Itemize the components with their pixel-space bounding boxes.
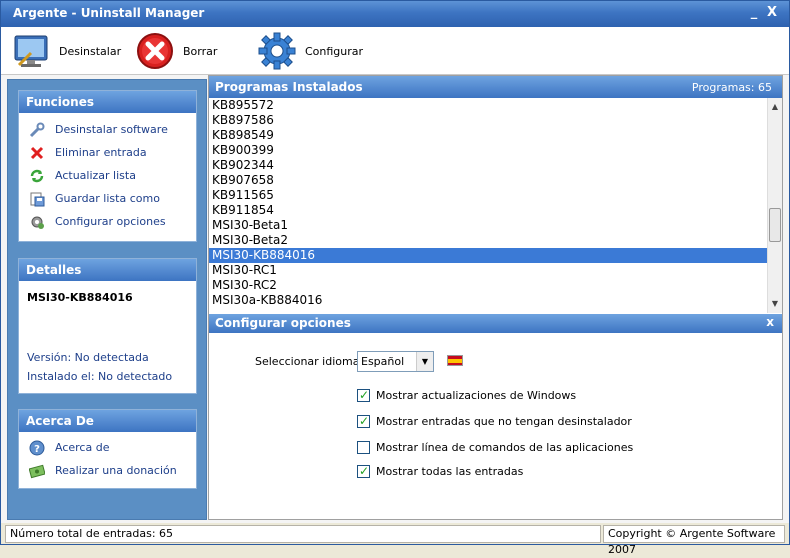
program-row[interactable]: KB900399 (209, 143, 767, 158)
uninstall-software-label: Desinstalar software (55, 123, 168, 136)
option-label: Mostrar todas las entradas (376, 465, 524, 478)
checkbox-checked-icon[interactable]: ✓ (357, 388, 370, 402)
svg-text:?: ? (34, 444, 40, 455)
option-checkbox[interactable]: ✓ Mostrar todas las entradas (357, 464, 524, 478)
toolbar: Desinstalar Borrar Configurar (1, 27, 789, 75)
program-row[interactable]: MSI30a-KB884016 (209, 293, 767, 308)
help-icon: ? (29, 440, 45, 456)
option-checkbox[interactable]: ✓ Mostrar actualizaciones de Windows (357, 388, 577, 402)
chevron-down-icon[interactable]: ▼ (416, 352, 433, 371)
delete-x-icon (135, 31, 175, 71)
left-sidebar: Funciones Desinstalar software Eliminar … (7, 79, 207, 520)
language-select[interactable]: Español ▼ (357, 351, 434, 372)
checkbox-checked-icon[interactable]: ✓ (357, 464, 370, 478)
program-row[interactable]: KB895572 (209, 98, 767, 113)
functions-panel: Funciones Desinstalar software Eliminar … (18, 90, 197, 242)
program-row[interactable]: KB911565 (209, 188, 767, 203)
program-row[interactable]: KB898549 (209, 128, 767, 143)
checkbox-checked-icon[interactable]: ✓ (357, 414, 370, 428)
program-row[interactable]: KB902344 (209, 158, 767, 173)
delete-button[interactable]: Borrar (135, 30, 217, 72)
status-copyright: Copyright © Argente Software 2007 (603, 525, 785, 556)
language-value: Español (361, 355, 405, 368)
configure-label: Configurar (305, 44, 364, 58)
program-row[interactable]: KB911854 (209, 203, 767, 218)
checkbox-unchecked-icon[interactable] (357, 441, 370, 454)
program-row[interactable]: KB907658 (209, 173, 767, 188)
program-row[interactable]: MSI30-RC2 (209, 278, 767, 293)
scroll-down-arrow-icon[interactable]: ▼ (768, 297, 782, 311)
program-row-partial[interactable] (209, 308, 767, 313)
about-link[interactable]: ? Acerca de (19, 436, 196, 459)
title-bar[interactable]: Argente - Uninstall Manager _ X (1, 1, 789, 27)
config-title: Configurar opciones (215, 316, 351, 330)
refresh-icon (29, 168, 45, 184)
delete-entry-link[interactable]: Eliminar entrada (19, 141, 196, 164)
about-panel: Acerca De ? Acerca de Realizar una donac… (18, 409, 197, 489)
language-label: Seleccionar idioma: (255, 355, 364, 368)
refresh-list-link[interactable]: Actualizar lista (19, 164, 196, 187)
uninstall-button[interactable]: Desinstalar (11, 30, 121, 72)
wrench-icon (29, 122, 45, 138)
option-label: Mostrar entradas que no tengan desinstal… (376, 415, 632, 428)
window-title: Argente - Uninstall Manager (13, 6, 205, 20)
program-row[interactable]: MSI30-Beta1 (209, 218, 767, 233)
about-panel-title: Acerca De (19, 410, 196, 432)
program-row[interactable]: MSI30-Beta2 (209, 233, 767, 248)
delete-entry-label: Eliminar entrada (55, 146, 147, 159)
donate-label: Realizar una donación (55, 464, 177, 477)
program-row[interactable]: MSI30-RC1 (209, 263, 767, 278)
program-row[interactable]: MSI30-KB884016 (209, 248, 767, 263)
uninstall-software-link[interactable]: Desinstalar software (19, 118, 196, 141)
details-installed: Instalado el: No detectado (27, 370, 173, 383)
option-label: Mostrar línea de comandos de las aplicac… (376, 441, 634, 454)
option-checkbox[interactable]: ✓ Mostrar entradas que no tengan desinsta… (357, 414, 632, 428)
configure-button[interactable]: Configurar (257, 30, 363, 72)
uninstall-label: Desinstalar (59, 44, 122, 58)
config-close-button[interactable]: x (766, 315, 774, 329)
scroll-thumb[interactable] (769, 208, 781, 242)
config-header: Configurar opciones x (209, 314, 782, 333)
program-row[interactable]: KB897586 (209, 113, 767, 128)
donate-link[interactable]: Realizar una donación (19, 459, 196, 482)
minimize-button[interactable]: _ (745, 4, 763, 22)
programs-count: Programas: 65 (691, 81, 772, 94)
scroll-up-arrow-icon[interactable]: ▲ (768, 100, 782, 114)
option-label: Mostrar actualizaciones de Windows (376, 389, 577, 402)
programs-header: Programas Instalados Programas: 65 (209, 76, 782, 98)
red-x-icon (29, 145, 45, 161)
close-button[interactable]: X (763, 4, 781, 22)
programs-area: Programas Instalados Programas: 65 KB895… (208, 75, 783, 520)
functions-panel-title: Funciones (19, 91, 196, 113)
about-label: Acerca de (55, 441, 110, 454)
refresh-list-label: Actualizar lista (55, 169, 136, 182)
save-list-link[interactable]: Guardar lista como (19, 187, 196, 210)
configure-options-link[interactable]: Configurar opciones (19, 210, 196, 233)
gear-icon (257, 31, 297, 71)
details-panel-title: Detalles (19, 259, 196, 281)
spain-flag-icon (447, 355, 463, 366)
option-checkbox[interactable]: Mostrar línea de comandos de las aplicac… (357, 441, 633, 454)
programs-scrollbar[interactable]: ▲ ▼ (767, 98, 782, 313)
main-window: Argente - Uninstall Manager _ X Desinsta… (0, 0, 790, 556)
save-list-icon (29, 191, 45, 207)
monitor-uninstall-icon (11, 31, 51, 71)
status-bar: Número total de entradas: 65 Copyright ©… (1, 523, 789, 556)
details-version: Versión: No detectada (27, 351, 149, 364)
save-list-label: Guardar lista como (55, 192, 160, 205)
delete-label: Borrar (183, 44, 218, 58)
status-total: Número total de entradas: 65 (5, 525, 601, 543)
programs-title: Programas Instalados (215, 80, 363, 94)
details-panel: Detalles MSI30-KB884016 Versión: No dete… (18, 258, 197, 394)
config-body: Seleccionar idioma: Español ▼ ✓ Mostrar a… (209, 333, 782, 519)
money-icon (28, 463, 46, 479)
gear-icon (29, 214, 45, 230)
details-program-name: MSI30-KB884016 (27, 291, 133, 304)
configure-options-label: Configurar opciones (55, 215, 166, 228)
programs-list[interactable]: KB895572 KB897586 KB898549 KB900399 KB902344… (209, 98, 767, 313)
